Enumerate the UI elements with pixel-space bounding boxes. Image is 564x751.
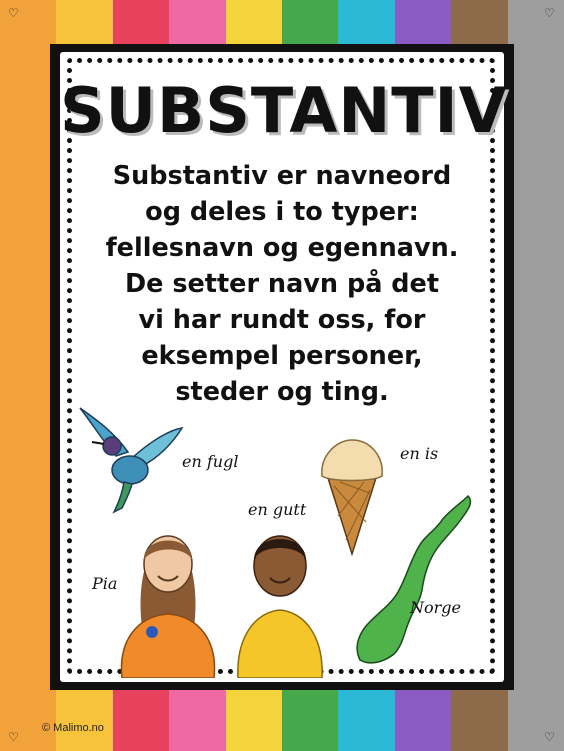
description-line: Substantiv er navneord: [112, 161, 452, 191]
description-line: og deles i to typer:: [145, 197, 419, 227]
poster-title: SUBSTANTIV: [60, 74, 508, 147]
hummingbird-illustration: [79, 407, 184, 514]
heart-icon: ♡: [8, 730, 19, 744]
description-line: fellesnavn og egennavn.: [105, 233, 459, 263]
girl-illustration: [120, 535, 216, 678]
norway-label: Norge: [410, 598, 461, 617]
boy-illustration: [237, 535, 323, 678]
copyright-footer: © Malimo.no: [42, 722, 104, 734]
poster-description: Substantiv er navneord og deles i to typ…: [78, 158, 486, 410]
stripe: [0, 0, 57, 751]
heart-icon: ♡: [8, 6, 19, 20]
description-line: vi har rundt oss, for: [138, 305, 426, 335]
heart-icon: ♡: [544, 6, 555, 20]
description-line: eksempel personer,: [141, 341, 423, 371]
icecream-label: en is: [400, 444, 439, 463]
description-line: De setter navn på det: [124, 269, 440, 299]
stripe: [507, 0, 564, 751]
bird-label: en fugl: [182, 452, 239, 471]
heart-icon: ♡: [544, 730, 555, 744]
norway-map-illustration: [356, 494, 472, 664]
girl-label: Pia: [92, 574, 118, 593]
boy-label: en gutt: [248, 500, 307, 519]
